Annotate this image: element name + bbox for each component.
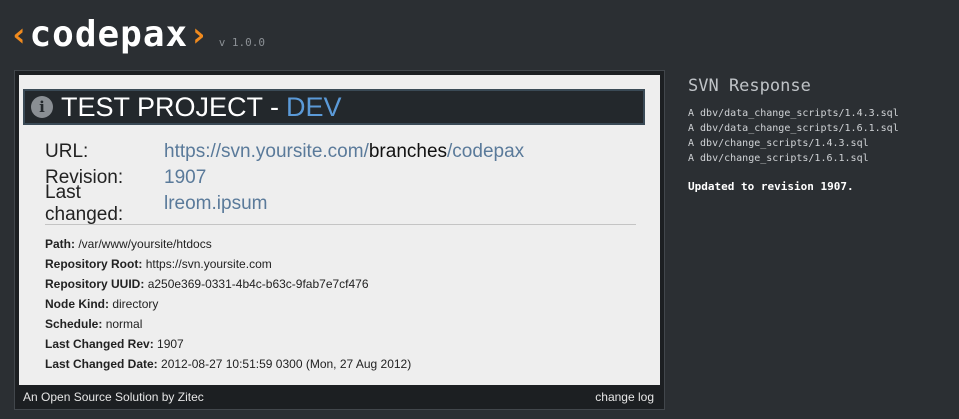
last-changed-label: Last changed: [45,182,124,225]
app-logo: ‹ codepax › v 1.0.0 [9,14,265,55]
footer-credit: An Open Source Solution by Zitec [23,390,204,404]
svn-response-result: Updated to revision 1907. [688,180,854,193]
last-changed-value: lreom.ipsum [164,193,268,214]
url-prefix: https://svn.yoursite.com/ [164,141,369,162]
project-name: TEST PROJECT [61,91,264,122]
last-changed-row: Last changed: lreom.ipsum [45,182,524,225]
detail-label: Repository UUID: [45,277,145,291]
url-value[interactable]: https://svn.yoursite.com/branches/codepa… [164,141,524,163]
detail-row-schedule: Schedule: normal [45,317,411,337]
detail-row-node-kind: Node Kind: directory [45,297,411,317]
revision-value: 1907 [164,167,207,188]
detail-row-last-changed-date: Last Changed Date: 2012-08-27 10:51:59 0… [45,357,411,377]
project-environment: DEV [286,91,342,122]
logo-name: codepax [29,14,189,55]
project-panel: i TEST PROJECT - DEV URL: https://svn.yo… [14,70,665,410]
detail-value: directory [112,297,159,311]
change-log-link[interactable]: change log [595,390,654,404]
summary-info: URL: https://svn.yoursite.com/branches/c… [45,139,524,225]
app-version: v 1.0.0 [218,36,266,49]
info-icon[interactable]: i [31,96,53,118]
svn-response-line: A dbv/data_change_scripts/1.6.1.sql [688,123,899,134]
svn-response-panel: SVN Response A dbv/data_change_scripts/1… [688,76,948,193]
detail-row-repository-uuid: Repository UUID: a250e369-0331-4b4c-b63c… [45,277,411,297]
url-label: URL: [45,141,89,162]
detail-label: Last Changed Rev: [45,337,154,351]
svn-response-line: A dbv/data_change_scripts/1.4.3.sql [688,108,899,119]
project-card: i TEST PROJECT - DEV URL: https://svn.yo… [19,75,660,385]
detail-value: 1907 [157,337,184,351]
detail-label: Last Changed Date: [45,357,158,371]
detail-label: Repository Root: [45,257,143,271]
url-branch: branches [368,141,448,162]
detail-value: normal [105,317,143,331]
detail-row-path: Path: /var/www/yoursite/htdocs [45,237,411,257]
detail-value: a250e369-0331-4b4c-b63c-9fab7e7cf476 [147,277,369,291]
logo-right-bracket: › [188,15,209,55]
divider [45,224,636,225]
project-title-bar: i TEST PROJECT - DEV [23,89,645,125]
detail-value: https://svn.yoursite.com [145,257,272,271]
svn-response-line: A dbv/change_scripts/1.6.1.sql [688,153,869,164]
detail-label: Path: [45,237,75,251]
detail-row-repository-root: Repository Root: https://svn.yoursite.co… [45,257,411,277]
url-suffix: /codepax [447,141,525,162]
svn-response-title: SVN Response [688,76,811,96]
url-row: URL: https://svn.yoursite.com/branches/c… [45,139,524,165]
logo-left-bracket: ‹ [9,15,30,55]
project-separator: - [270,91,280,122]
detail-label: Schedule: [45,317,103,331]
detail-label: Node Kind: [45,297,109,311]
detail-value: 2012-08-27 10:51:59 0300 (Mon, 27 Aug 20… [161,357,412,371]
svn-response-line: A dbv/change_scripts/1.4.3.sql [688,138,869,149]
detail-row-last-changed-rev: Last Changed Rev: 1907 [45,337,411,357]
svn-info-details: Path: /var/www/yoursite/htdocs Repositor… [45,237,411,377]
detail-value: /var/www/yoursite/htdocs [78,237,212,251]
